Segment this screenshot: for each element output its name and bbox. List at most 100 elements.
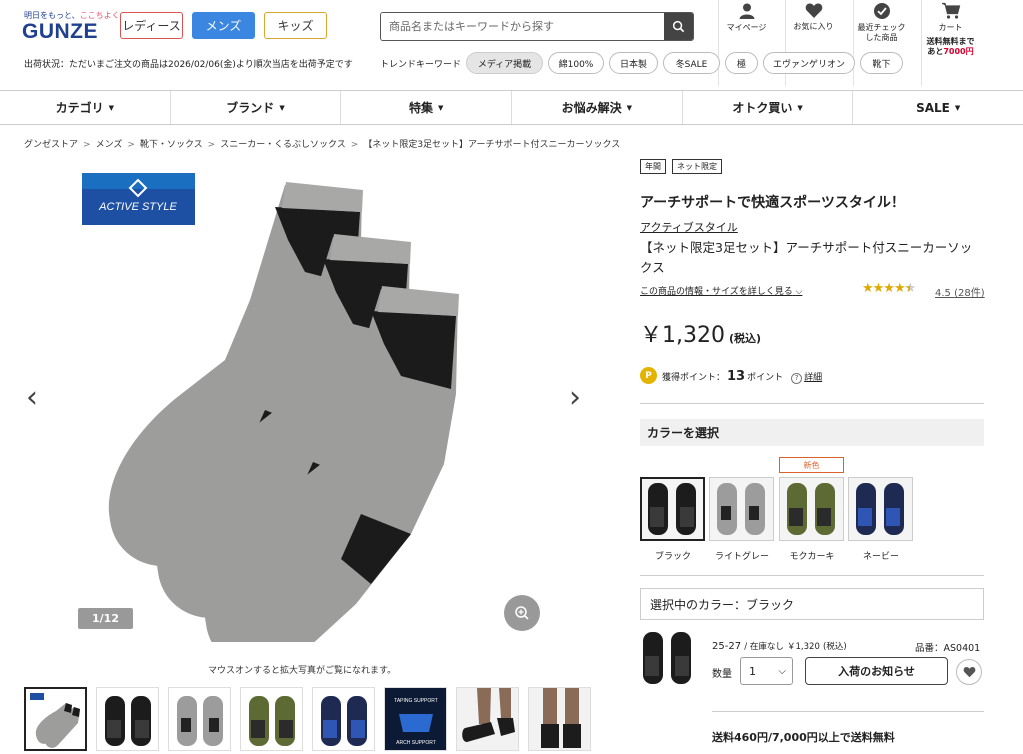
- recently-viewed-label: 最近チェック した商品: [857, 23, 906, 42]
- thumbnail[interactable]: [312, 687, 375, 751]
- main-product-image[interactable]: ACTIVE STYLE: [50, 160, 600, 642]
- breadcrumb-current: 【ネット限定3足セット】アーチサポート付スニーカーソックス: [363, 140, 621, 150]
- active-style-badge-text: ACTIVE STYLE: [98, 201, 177, 213]
- tab-mens[interactable]: メンズ: [192, 12, 255, 39]
- product-price: ￥1,320 (税込): [640, 317, 761, 349]
- image-counter: 1/12: [78, 608, 133, 629]
- heart-icon: [963, 667, 975, 678]
- new-color-badge: 新色: [779, 457, 844, 473]
- rating-link[interactable]: 4.5 (28件): [935, 284, 985, 299]
- zoom-button[interactable]: [504, 595, 540, 631]
- divider: [712, 711, 984, 712]
- divider: [640, 575, 984, 576]
- tab-ladies[interactable]: レディース: [120, 12, 183, 39]
- search-button[interactable]: [664, 13, 693, 40]
- tagline-highlight: ここちよく: [79, 11, 120, 20]
- thumbnail[interactable]: [168, 687, 231, 751]
- nav-label: オトク買い: [732, 101, 793, 115]
- variant-tax: (税込): [823, 642, 847, 652]
- thumbnail[interactable]: [24, 687, 87, 751]
- nav-category[interactable]: カテゴリ ▼: [0, 91, 171, 124]
- color-section-heading: カラーを選択: [640, 419, 984, 446]
- swatch-label: ブラック: [654, 552, 691, 562]
- trend-chip-cotton[interactable]: 綿100%: [548, 52, 604, 74]
- breadcrumb: グンゼストア > メンズ > 靴下・ソックス > スニーカー・くるぶしソックス > 【ネット限定…: [24, 140, 621, 150]
- trend-chip-kiwami[interactable]: 極: [725, 52, 758, 74]
- color-swatch-light-gray[interactable]: [709, 477, 774, 541]
- nav-label: お悩み解決: [561, 101, 622, 115]
- variant-size: 25-27: [712, 641, 742, 652]
- review-count: (28件): [954, 288, 985, 299]
- breadcrumb-item[interactable]: メンズ: [96, 140, 123, 150]
- cart-icon: [941, 2, 960, 19]
- points-info: 獲得ポイント： 13 ポイント? 詳細: [662, 369, 822, 384]
- cart-link[interactable]: カート 送料無料まで あと7000円: [921, 0, 979, 86]
- search-input[interactable]: [381, 13, 664, 40]
- nav-deals[interactable]: オトク買い ▼: [683, 91, 854, 124]
- trend-chip-winter-sale[interactable]: 冬SALE: [663, 52, 720, 74]
- site-logo[interactable]: GUNZE: [22, 20, 98, 44]
- tag-yearly: 年間: [640, 159, 666, 174]
- rating-stars: ★★★★★★: [862, 281, 916, 296]
- chevron-left-icon[interactable]: ‹: [26, 380, 38, 415]
- tagline-text: 明日をもっと、: [24, 11, 80, 20]
- caret-down-icon: ▼: [626, 103, 633, 112]
- points-value: 13: [727, 369, 746, 384]
- check-icon: [873, 3, 890, 19]
- detail-link-label: この商品の情報・サイズを詳しく見る: [640, 287, 793, 297]
- quantity-select[interactable]: 1 ⌵: [740, 657, 793, 685]
- search-bar: [380, 12, 694, 41]
- nav-label: 特集: [408, 101, 433, 115]
- product-tagline: アーチサポートで快適スポーツスタイル！: [640, 195, 905, 211]
- brand-link[interactable]: アクティブスタイル: [640, 219, 738, 235]
- color-swatch-moku-khaki[interactable]: [779, 477, 844, 541]
- product-detail-link[interactable]: この商品の情報・サイズを詳しく見る ⌵: [640, 284, 802, 297]
- points-detail-link[interactable]: 詳細: [804, 373, 822, 383]
- quantity-value: 1: [749, 664, 756, 678]
- swatch-label: ネービー: [862, 552, 899, 562]
- tab-kids[interactable]: キッズ: [264, 12, 327, 39]
- trend-chip-socks[interactable]: 靴下: [860, 52, 903, 74]
- caret-down-icon: ▼: [437, 103, 444, 112]
- chevron-right-icon[interactable]: ›: [569, 380, 581, 415]
- caret-down-icon: ▼: [108, 103, 115, 112]
- nav-label: カテゴリ: [55, 101, 104, 115]
- breadcrumb-item[interactable]: グンゼストア: [24, 140, 78, 150]
- thumbnail[interactable]: [456, 687, 519, 751]
- nav-solutions[interactable]: お悩み解決 ▼: [512, 91, 683, 124]
- chevron-down-icon: ⌵: [795, 287, 803, 297]
- trend-chip-media[interactable]: メディア掲載: [466, 52, 543, 74]
- favorites-label: お気に入り: [793, 22, 834, 31]
- hover-zoom-note: マウスオンすると拡大写真がご覧になれます。: [208, 666, 397, 676]
- nav-brand[interactable]: ブランド ▼: [171, 91, 342, 124]
- caret-down-icon: ▼: [797, 103, 803, 112]
- nav-sale[interactable]: SALE ▼: [853, 91, 1023, 124]
- nav-label: SALE: [916, 100, 950, 115]
- thumbnail[interactable]: [528, 687, 591, 751]
- trend-chip-made-in-japan[interactable]: 日本製: [609, 52, 658, 74]
- color-swatch-navy[interactable]: [848, 477, 913, 541]
- thumbnail[interactable]: [240, 687, 303, 751]
- cart-note-line2: あと: [927, 47, 944, 56]
- nav-label: ブランド: [226, 101, 275, 115]
- breadcrumb-item[interactable]: スニーカー・くるぶしソックス: [220, 140, 346, 150]
- points-unit: ポイント: [747, 373, 784, 383]
- divider: [640, 403, 984, 404]
- nav-feature[interactable]: 特集 ▼: [341, 91, 513, 124]
- breadcrumb-item[interactable]: 靴下・ソックス: [140, 140, 203, 150]
- cart-free-shipping-note: 送料無料まで あと7000円: [927, 37, 975, 57]
- user-icon: [739, 3, 754, 19]
- main-nav: カテゴリ ▼ ブランド ▼ 特集 ▼ お悩み解決 ▼ オトク買い ▼ SALE ▼: [0, 90, 1023, 125]
- favorite-button[interactable]: [956, 659, 982, 685]
- color-swatch-black[interactable]: [640, 477, 705, 541]
- swatch-label: ライトグレー: [714, 552, 769, 562]
- chevron-down-icon: ⌵: [778, 665, 786, 677]
- restock-notify-button[interactable]: 入荷のお知らせ: [805, 657, 948, 685]
- trend-chip-evangelion[interactable]: エヴァンゲリオン: [763, 52, 855, 74]
- mypage-label: マイページ: [726, 23, 767, 32]
- variant-price: ￥1,320: [787, 642, 820, 652]
- thumbnail[interactable]: [96, 687, 159, 751]
- caret-down-icon: ▼: [954, 103, 961, 112]
- thumb-arch-text: ARCH SUPPORT: [396, 740, 436, 746]
- thumbnail[interactable]: TAPING SUPPORT ARCH SUPPORT: [384, 687, 447, 751]
